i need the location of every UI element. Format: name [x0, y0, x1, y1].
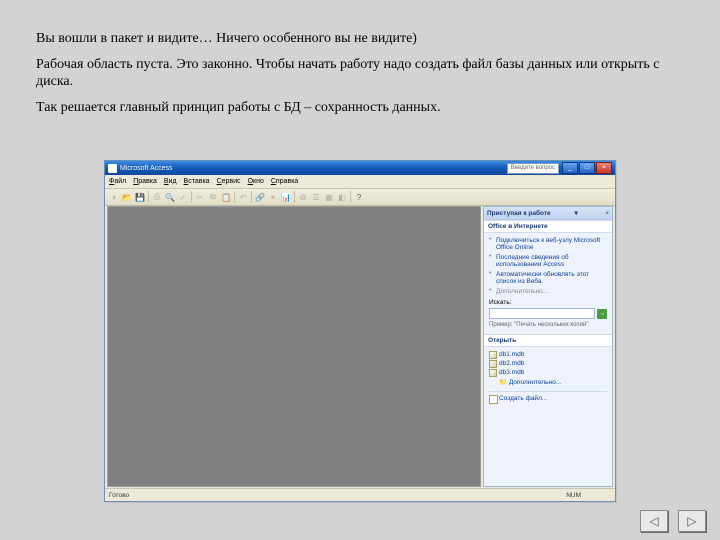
relations-icon[interactable]: ⚭	[267, 191, 279, 203]
minimize-button[interactable]: _	[562, 162, 578, 174]
separator	[191, 191, 192, 203]
status-ready: Готово	[109, 492, 129, 499]
search-example: Пример: "Печать нескольких копий"	[489, 321, 607, 331]
search-input[interactable]	[489, 308, 595, 319]
separator	[350, 191, 351, 203]
paragraph-3: Так решается главный принцип работы с БД…	[36, 99, 684, 117]
titlebar: Microsoft Access Введите вопрос _ □ ×	[105, 161, 615, 175]
separator	[234, 191, 235, 203]
menu-edit[interactable]: Правка	[133, 178, 157, 185]
search-go-button[interactable]: →	[597, 309, 607, 319]
spell-icon[interactable]: ✓	[177, 191, 189, 203]
paragraph-1: Вы вошли в пакет и видите… Ничего особен…	[36, 30, 684, 48]
next-slide-button[interactable]: ▷	[678, 510, 706, 532]
access-screenshot: Microsoft Access Введите вопрос _ □ × Фа…	[104, 160, 616, 502]
paragraph-2: Рабочая область пуста. Это законно. Чтоб…	[36, 56, 684, 91]
task-pane: Приступая к работе ▾ × Office в Интернет…	[483, 206, 613, 487]
save-icon[interactable]: 💾	[134, 191, 146, 203]
new-obj-icon[interactable]: ◧	[336, 191, 348, 203]
separator	[294, 191, 295, 203]
open-more[interactable]: 📁 Дополнительно...	[489, 377, 607, 387]
props-icon[interactable]: ☰	[310, 191, 322, 203]
preview-icon[interactable]: 🔍	[164, 191, 176, 203]
search-label: Искать:	[489, 299, 607, 306]
separator	[251, 191, 252, 203]
menu-view[interactable]: Вид	[164, 178, 177, 185]
close-button[interactable]: ×	[596, 162, 612, 174]
workspace	[107, 206, 481, 487]
section-open: Открыть	[484, 334, 612, 347]
paste-icon[interactable]: 📋	[220, 191, 232, 203]
link-more-online[interactable]: Дополнительно...	[489, 287, 607, 296]
db-icon[interactable]: ▦	[323, 191, 335, 203]
app-icon	[108, 164, 117, 173]
open-icon[interactable]: 📂	[121, 191, 133, 203]
link-icon[interactable]: 🔗	[254, 191, 266, 203]
link-autoupdate[interactable]: Автоматически обновлять этот список из В…	[489, 270, 607, 287]
link-connect-online[interactable]: Подключиться к веб-узлу Microsoft Office…	[489, 236, 607, 253]
window-title: Microsoft Access	[120, 165, 507, 172]
print-icon[interactable]: ⎙	[151, 191, 163, 203]
menu-tools[interactable]: Сервис	[217, 178, 241, 185]
statusbar: Готово NUM	[105, 488, 615, 501]
recent-file[interactable]: db3.mdb	[489, 368, 607, 377]
menu-help[interactable]: Справка	[271, 178, 298, 185]
copy-icon[interactable]: ⧉	[207, 191, 219, 203]
separator	[148, 191, 149, 203]
undo-icon[interactable]: ↶	[237, 191, 249, 203]
link-access-news[interactable]: Последние сведения об использовании Acce…	[489, 253, 607, 270]
cut-icon[interactable]: ✂	[194, 191, 206, 203]
menubar: Файл Правка Вид Вставка Сервис Окно Спра…	[105, 175, 615, 189]
analyze-icon[interactable]: 📊	[280, 191, 292, 203]
menu-window[interactable]: Окно	[248, 178, 264, 185]
create-file[interactable]: Создать файл...	[489, 391, 607, 405]
task-pane-title: Приступая к работе	[487, 210, 551, 217]
new-icon[interactable]: ▫	[108, 191, 120, 203]
recent-file[interactable]: db1.mdb	[489, 350, 607, 359]
task-pane-close-icon[interactable]: ×	[605, 210, 609, 217]
maximize-button[interactable]: □	[579, 162, 595, 174]
prev-slide-button[interactable]: ◁	[640, 510, 668, 532]
recent-file[interactable]: db2.mdb	[489, 359, 607, 368]
code-icon[interactable]: ⚙	[297, 191, 309, 203]
help-icon[interactable]: ?	[353, 191, 365, 203]
help-search-box[interactable]: Введите вопрос	[507, 163, 559, 174]
status-num: NUM	[566, 492, 581, 499]
section-office-online: Office в Интернете	[484, 220, 612, 233]
menu-file[interactable]: Файл	[109, 178, 126, 185]
menu-insert[interactable]: Вставка	[184, 178, 210, 185]
task-pane-menu-icon[interactable]: ▾	[574, 209, 581, 217]
